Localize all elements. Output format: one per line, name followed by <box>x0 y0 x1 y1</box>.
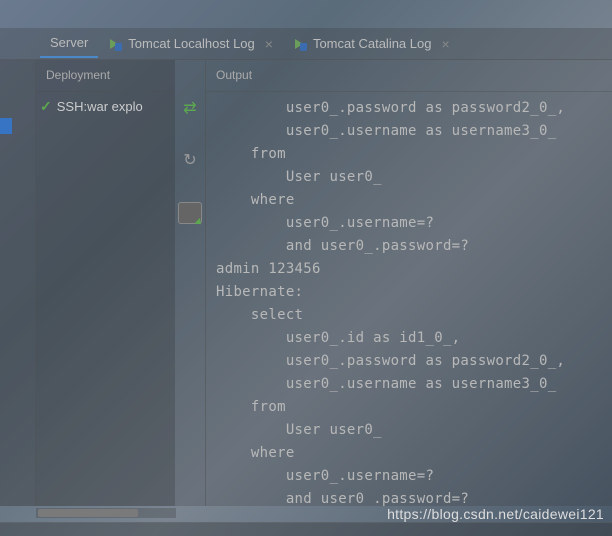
main-area: Deployment ✓ SSH:war explo ⇄ Output user… <box>0 60 612 506</box>
run-icon <box>108 37 122 51</box>
left-gutter <box>0 60 36 506</box>
output-content[interactable]: user0_.password as password2_0_, user0_.… <box>206 92 612 506</box>
close-icon[interactable]: × <box>441 36 449 52</box>
bottom-bar <box>0 522 612 536</box>
tabs-row: Server Tomcat Localhost Log × Tomcat Cat… <box>0 28 612 60</box>
tab-server-label: Server <box>50 35 88 50</box>
open-browser-button[interactable] <box>178 202 202 224</box>
active-indicator <box>0 118 12 134</box>
scrollbar-thumb[interactable] <box>38 509 138 517</box>
output-panel: Output user0_.password as password2_0_, … <box>206 60 612 506</box>
check-icon: ✓ <box>40 98 52 115</box>
deployment-header: Deployment <box>36 60 175 92</box>
deployment-scrollbar[interactable] <box>36 508 176 518</box>
tab-tomcat-catalina[interactable]: Tomcat Catalina Log × <box>283 30 460 58</box>
watermark: https://blog.csdn.net/caidewei121 <box>387 506 604 522</box>
refresh-button[interactable] <box>180 150 200 170</box>
tab-localhost-label: Tomcat Localhost Log <box>128 36 254 51</box>
top-spacer <box>0 0 612 28</box>
deploy-button[interactable]: ⇄ <box>180 98 200 118</box>
tab-server[interactable]: Server <box>40 29 98 58</box>
deployment-item-label: SSH:war explo <box>57 99 143 114</box>
close-icon[interactable]: × <box>265 36 273 52</box>
tab-catalina-label: Tomcat Catalina Log <box>313 36 432 51</box>
run-icon <box>293 37 307 51</box>
tab-tomcat-localhost[interactable]: Tomcat Localhost Log × <box>98 30 283 58</box>
deployment-list: Deployment ✓ SSH:war explo <box>36 60 175 506</box>
deployment-item[interactable]: ✓ SSH:war explo <box>36 92 175 121</box>
output-header: Output <box>206 60 612 92</box>
deployment-panel: Deployment ✓ SSH:war explo ⇄ <box>36 60 206 506</box>
deployment-toolbar: ⇄ <box>175 60 205 506</box>
